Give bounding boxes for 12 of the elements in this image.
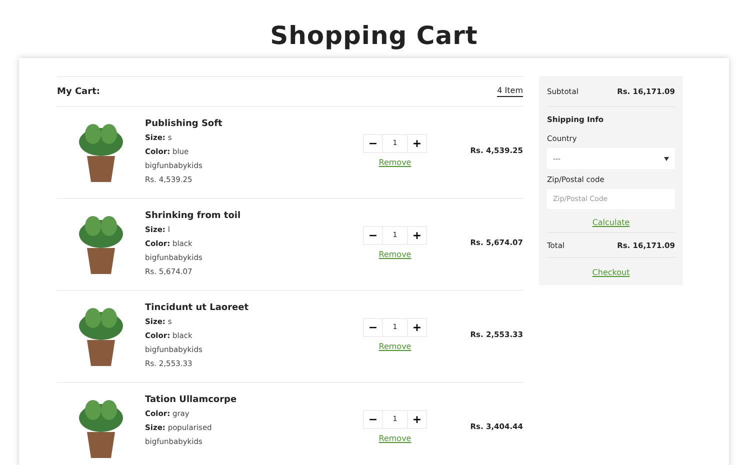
product-name[interactable]: Tation Ullamcorpe xyxy=(145,393,350,407)
caret-icon xyxy=(664,156,669,160)
product-name[interactable]: Shrinking from toil xyxy=(145,209,350,223)
page-title: Shopping Cart xyxy=(269,20,479,52)
product-name[interactable]: Publishing Soft xyxy=(145,117,350,131)
product-name[interactable]: Tincidunt ut Laoreet xyxy=(145,301,350,315)
item-count: 4 Item xyxy=(497,86,523,97)
remove-link[interactable]: Remove xyxy=(378,342,412,351)
cart-heading: My Cart: xyxy=(57,86,100,96)
remove-link[interactable]: Remove xyxy=(378,250,412,259)
remove-link[interactable]: Remove xyxy=(378,158,412,167)
remove-link[interactable]: Remove xyxy=(378,434,412,443)
